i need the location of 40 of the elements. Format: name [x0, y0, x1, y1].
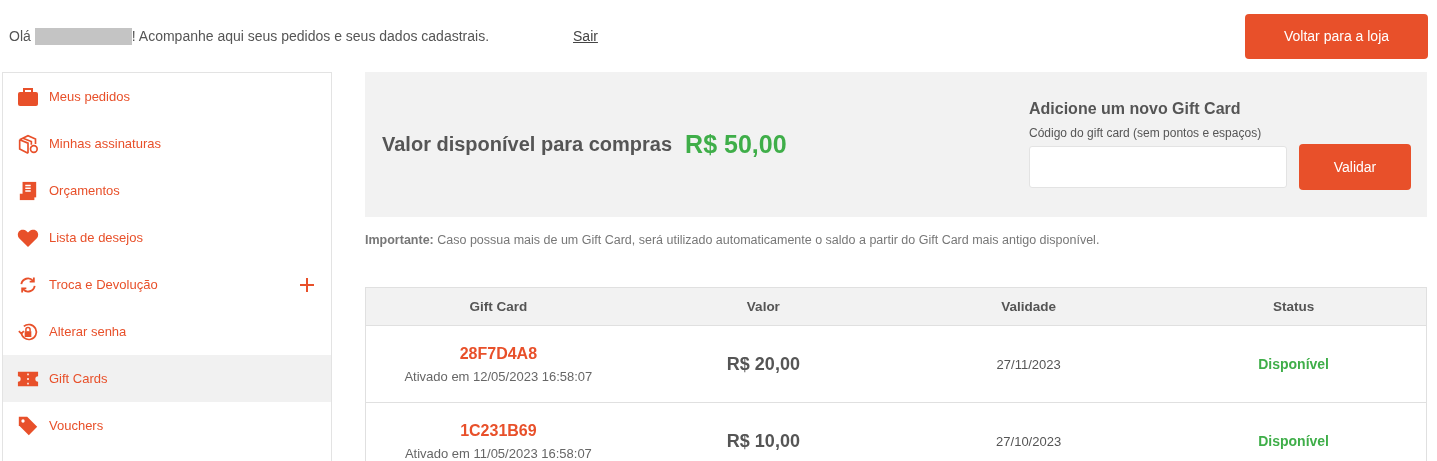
balance-amount: R$ 50,00 [685, 130, 787, 159]
sidebar-item[interactable]: Lista de desejos [3, 214, 331, 261]
sidebar-item[interactable]: Gift Cards [3, 355, 331, 402]
lock-icon [17, 321, 39, 342]
balance-label: Valor disponível para compras [382, 133, 673, 156]
heart-icon [17, 227, 39, 248]
logout-link[interactable]: Sair [573, 28, 598, 44]
column-header: Status [1161, 287, 1427, 326]
column-header: Gift Card [365, 287, 631, 326]
column-header: Validade [896, 287, 1162, 326]
sidebar-item[interactable]: Troca e Devolução [3, 261, 331, 308]
status-text: Disponível [1258, 433, 1329, 449]
validity-date: 27/10/2023 [996, 433, 1062, 449]
validate-button[interactable]: Validar [1299, 143, 1411, 190]
tag-icon [17, 415, 39, 436]
activation-date: Ativado em 11/05/2023 16:58:07 [404, 445, 592, 461]
column-header: Valor [630, 287, 896, 326]
gift-card-value: R$ 10,00 [726, 430, 800, 451]
validity-date: 27/11/2023 [996, 356, 1061, 372]
briefcase-icon [17, 86, 39, 107]
sidebar-item[interactable]: Orçamentos [3, 167, 331, 214]
greeting-text: ! Acompanhe aqui seus pedidos e seus dados cadastrais. [131, 28, 490, 44]
notice-text: Importante: Caso possua mais de um Gift Card, será utilizado automaticamente o saldo a partir do Gift Card mais antigo disponível. [365, 233, 1101, 249]
status-text: Disponível [1258, 356, 1329, 372]
activation-date: Ativado em 12/05/2023 16:58:07 [404, 368, 593, 384]
sidebar-item[interactable]: Meus pedidos [3, 73, 331, 120]
sidebar-item[interactable]: Alterar senha [3, 308, 331, 355]
back-to-store-button[interactable]: Voltar para a loja [1245, 13, 1428, 59]
gift-card-code-field[interactable] [1029, 145, 1287, 188]
sidebar-item[interactable]: Vouchers [3, 402, 331, 449]
receipt-icon [17, 180, 39, 201]
plus-icon[interactable] [299, 276, 315, 293]
field-label: Código do gift card (sem pontos e espaços) [1029, 125, 1263, 140]
gift-card-code: 28F7D4A8 [459, 344, 538, 363]
sidebar-item[interactable]: Minhas assinaturas [3, 120, 331, 167]
gift-card-value: R$ 20,00 [726, 353, 800, 374]
add-gift-card-title: Adicione um novo Gift Card [1029, 99, 1242, 118]
greeting-text: Olá [9, 28, 31, 44]
gift-card-code: 1C231B69 [460, 421, 537, 440]
box-icon [17, 133, 39, 154]
